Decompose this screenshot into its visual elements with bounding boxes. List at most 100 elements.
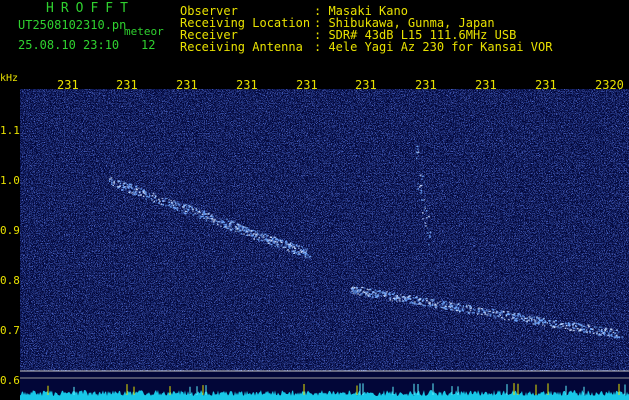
echo-speck	[424, 207, 426, 210]
echo-speck	[356, 291, 359, 293]
echo-speck	[507, 312, 510, 315]
echo-speck	[238, 227, 240, 229]
echo-speck	[143, 195, 145, 197]
echo-speck	[297, 251, 300, 253]
echo-speck	[288, 250, 290, 253]
echo-speck	[306, 250, 308, 252]
echo-speck	[173, 200, 175, 202]
echo-speck	[243, 233, 245, 235]
echo-speck	[501, 310, 503, 312]
echo-speck	[236, 230, 239, 232]
echo-speck	[235, 226, 238, 228]
echo-speck	[293, 252, 295, 254]
echo-speck	[552, 326, 555, 328]
echo-speck	[125, 188, 127, 190]
echo-speck	[291, 247, 293, 249]
echo-speck	[307, 254, 310, 256]
echo-speck	[508, 318, 510, 321]
echo-speck	[235, 230, 237, 233]
echo-speck	[228, 220, 230, 222]
echo-speck	[466, 311, 469, 313]
echo-speck	[288, 247, 291, 249]
echo-speck	[565, 325, 568, 327]
echo-speck	[230, 226, 233, 228]
echo-speck	[604, 332, 606, 334]
echo-speck	[589, 332, 591, 334]
echo-speck	[423, 181, 426, 183]
echo-speck	[232, 228, 234, 230]
echo-speck	[294, 247, 297, 249]
echo-speck	[514, 320, 517, 322]
echo-speck	[239, 229, 241, 231]
echo-speck	[453, 302, 455, 305]
echo-speck	[510, 312, 512, 314]
echo-speck	[502, 317, 504, 319]
echo-speck	[419, 174, 422, 177]
echo-speck	[255, 233, 258, 235]
echo-speck	[480, 313, 483, 316]
echo-speck	[210, 221, 213, 223]
echo-speck	[205, 220, 208, 222]
echo-speck	[422, 218, 424, 220]
echo-speck	[251, 234, 254, 237]
echo-speck	[406, 298, 409, 300]
echo-speck	[286, 249, 289, 251]
echo-speck	[358, 289, 360, 291]
echo-speck	[207, 213, 210, 215]
echo-speck	[422, 298, 425, 300]
echo-speck	[561, 323, 564, 325]
echo-speck	[428, 234, 431, 237]
echo-speck	[473, 311, 475, 314]
echo-speck	[456, 309, 458, 312]
echo-speck	[112, 184, 114, 187]
echo-speck	[187, 208, 190, 211]
echo-speck	[604, 329, 606, 331]
echo-speck	[382, 291, 385, 293]
echo-speck	[484, 311, 486, 314]
echo-speck	[144, 191, 146, 193]
echo-speck	[611, 335, 614, 338]
echo-speck	[170, 204, 173, 206]
echo-speck	[442, 307, 445, 309]
echo-speck	[237, 223, 239, 225]
echo-speck	[293, 244, 295, 246]
echo-speck	[212, 221, 215, 223]
echo-speck	[285, 243, 287, 245]
echo-speck	[297, 253, 299, 256]
echo-speck	[431, 303, 434, 305]
echo-speck	[298, 253, 301, 256]
echo-speck	[553, 321, 555, 323]
echo-speck	[429, 231, 432, 234]
echo-speck	[412, 297, 414, 299]
echo-speck	[491, 311, 494, 314]
echo-speck	[267, 234, 269, 237]
echo-speck	[530, 315, 532, 317]
echo-speck	[256, 232, 259, 234]
echo-speck	[378, 290, 381, 292]
echo-speck	[425, 225, 428, 227]
echo-speck	[458, 309, 460, 311]
echo-speck	[446, 303, 448, 305]
echo-speck	[393, 292, 396, 294]
echo-speck	[590, 328, 592, 330]
echo-speck	[418, 186, 421, 188]
echo-speck	[488, 310, 490, 313]
y-tick-label: 0.8	[0, 274, 20, 287]
echo-speck	[462, 305, 465, 307]
y-axis-unit: kHz	[0, 73, 19, 84]
echo-speck	[357, 290, 359, 292]
echo-speck	[191, 207, 193, 209]
echo-speck	[206, 217, 209, 219]
echo-speck	[376, 291, 378, 293]
echo-speck	[600, 334, 602, 336]
echo-speck	[277, 245, 279, 248]
echo-speck	[151, 199, 153, 201]
echo-speck	[458, 303, 461, 305]
echo-speck	[422, 212, 424, 214]
echo-speck	[534, 320, 537, 322]
echo-speck	[618, 336, 621, 338]
echo-speck	[356, 288, 358, 290]
echo-speck	[377, 294, 379, 296]
echo-speck	[258, 239, 260, 241]
echo-speck	[194, 213, 197, 215]
